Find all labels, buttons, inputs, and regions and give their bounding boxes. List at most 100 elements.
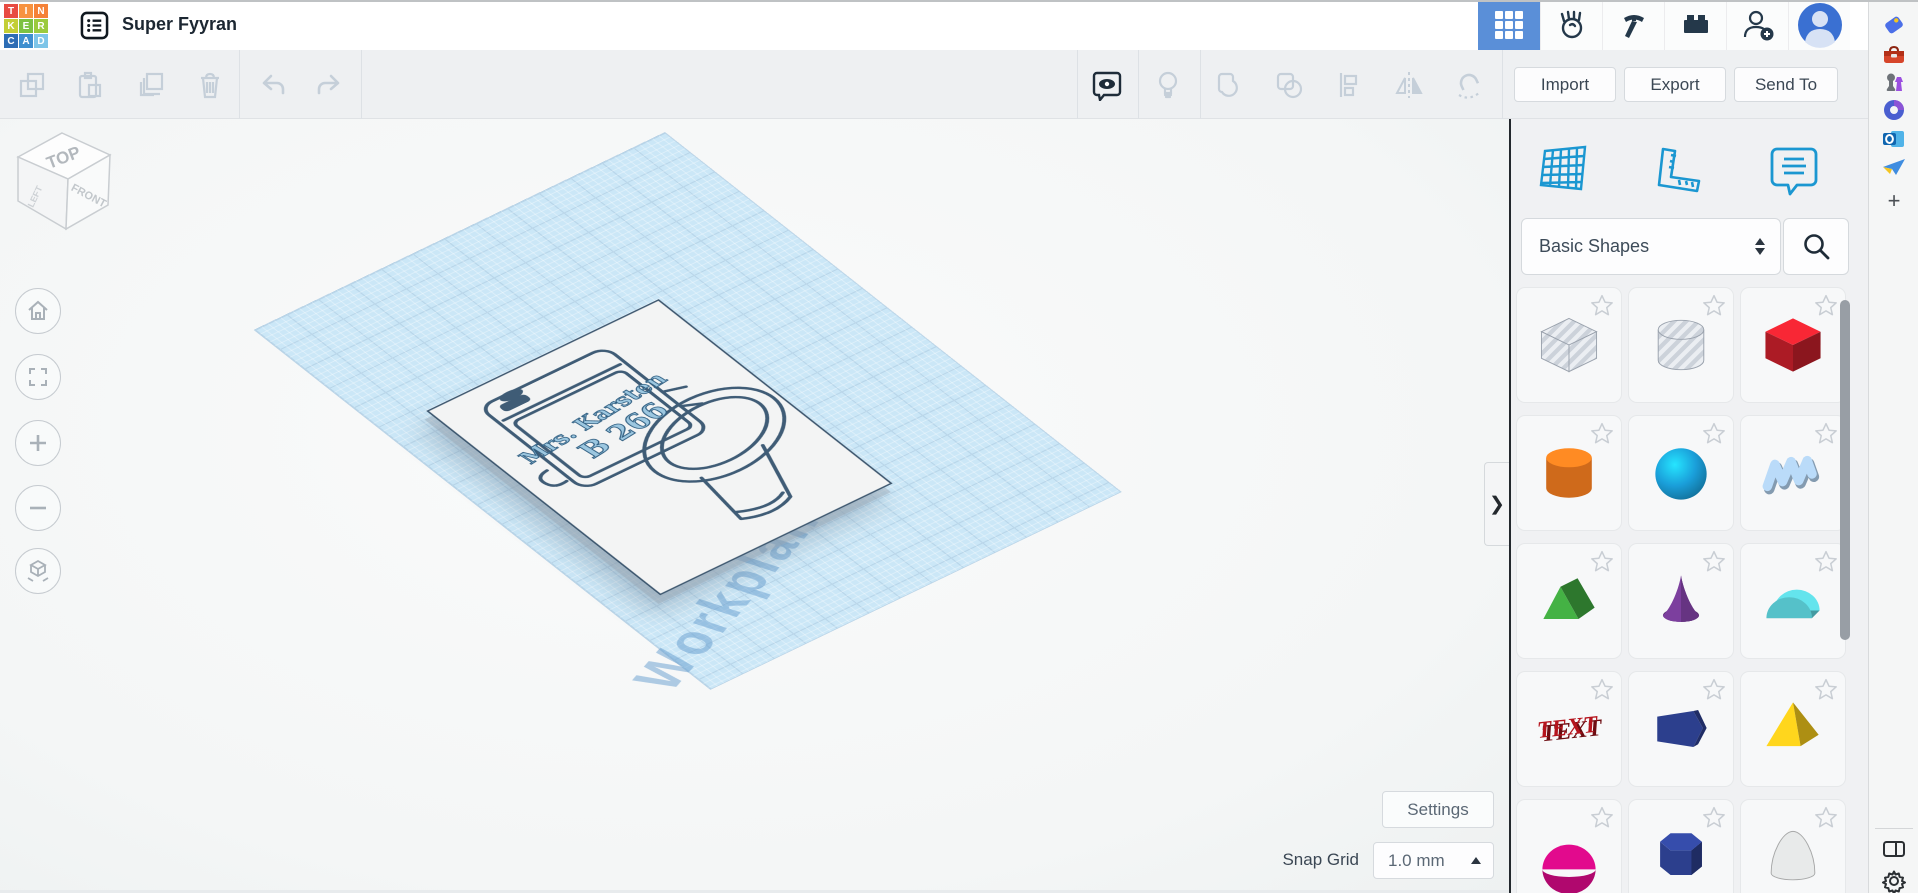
delete-icon[interactable] bbox=[194, 69, 226, 101]
shape-pyramid[interactable] bbox=[1741, 672, 1845, 786]
favorite-star-icon[interactable] bbox=[1589, 549, 1615, 575]
design-plate[interactable]: Mrs. Karsten B 266 bbox=[426, 299, 893, 596]
logo-letter-A: A bbox=[19, 34, 33, 48]
toilet-outline-design[interactable]: Mrs. Karsten B 266 bbox=[429, 301, 890, 594]
redo-icon[interactable] bbox=[313, 69, 345, 101]
view-cube[interactable]: TOP FRONT LEFT bbox=[10, 125, 118, 245]
send-to-button[interactable]: Send To bbox=[1734, 67, 1838, 102]
copy-icon[interactable] bbox=[16, 69, 48, 101]
ungroup-icon[interactable] bbox=[1273, 69, 1305, 101]
favorite-star-icon[interactable] bbox=[1813, 677, 1839, 703]
zoom-in-button[interactable] bbox=[15, 420, 61, 466]
home-icon bbox=[28, 300, 48, 320]
sim-lab-button[interactable] bbox=[1540, 0, 1602, 50]
duplicate-icon[interactable] bbox=[135, 69, 167, 101]
grid-view-button[interactable] bbox=[1478, 0, 1540, 50]
undo-icon[interactable] bbox=[257, 69, 289, 101]
shopping-tag-icon[interactable] bbox=[1881, 12, 1907, 38]
bricks-button[interactable] bbox=[1664, 0, 1726, 50]
logo-letter-T: T bbox=[4, 4, 18, 18]
fit-view-button[interactable] bbox=[15, 354, 61, 400]
favorite-star-icon[interactable] bbox=[1701, 549, 1727, 575]
designer-icon[interactable] bbox=[1881, 154, 1907, 180]
notes-tool-icon[interactable] bbox=[1767, 143, 1821, 197]
tinkercad-app: TINKERCAD Super Fyyran Import Export Sen… bbox=[0, 0, 1918, 893]
search-icon bbox=[1804, 233, 1830, 259]
favorite-star-icon[interactable] bbox=[1589, 805, 1615, 831]
hand-ball-icon bbox=[1560, 10, 1582, 39]
favorite-star-icon[interactable] bbox=[1589, 421, 1615, 447]
paste-icon[interactable] bbox=[73, 69, 105, 101]
favorite-star-icon[interactable] bbox=[1589, 293, 1615, 319]
shape-half-sphere[interactable] bbox=[1517, 800, 1621, 893]
shape-cylinder-hole[interactable] bbox=[1629, 288, 1733, 402]
shape-box[interactable] bbox=[1741, 288, 1845, 402]
favorite-star-icon[interactable] bbox=[1589, 677, 1615, 703]
panel-divider bbox=[1509, 119, 1511, 893]
shape-polygon[interactable] bbox=[1629, 800, 1733, 893]
workplane-tool-icon[interactable] bbox=[1537, 143, 1591, 197]
sidebar-settings-icon[interactable] bbox=[1881, 868, 1907, 893]
settings-button[interactable]: Settings bbox=[1382, 791, 1494, 828]
favorite-star-icon[interactable] bbox=[1701, 805, 1727, 831]
favorite-star-icon[interactable] bbox=[1701, 293, 1727, 319]
shape-cone[interactable] bbox=[1629, 544, 1733, 658]
account-button[interactable] bbox=[1788, 0, 1850, 50]
favorite-star-icon[interactable] bbox=[1701, 677, 1727, 703]
workplane-grid[interactable]: Workplane Mrs. Karsten B 266 bbox=[255, 132, 1121, 697]
ruler-tool-icon[interactable] bbox=[1651, 143, 1705, 197]
games-icon[interactable] bbox=[1881, 70, 1907, 96]
logo-letter-C: C bbox=[4, 34, 18, 48]
toolbox-icon[interactable] bbox=[1881, 42, 1907, 68]
design-menu-icon[interactable] bbox=[80, 11, 109, 40]
favorite-star-icon[interactable] bbox=[1813, 293, 1839, 319]
blocks-button[interactable] bbox=[1602, 0, 1664, 50]
group-icon[interactable] bbox=[1213, 69, 1245, 101]
toolbar-separator bbox=[361, 50, 362, 119]
shape-roof[interactable] bbox=[1517, 544, 1621, 658]
align-icon[interactable] bbox=[1333, 69, 1365, 101]
shape-box-hole[interactable] bbox=[1517, 288, 1621, 402]
account-avatar bbox=[1797, 3, 1842, 48]
shape-wedge[interactable] bbox=[1629, 672, 1733, 786]
notes-eye-icon[interactable] bbox=[1091, 69, 1123, 101]
favorite-star-icon[interactable] bbox=[1813, 805, 1839, 831]
panel-scrollbar[interactable] bbox=[1840, 300, 1850, 640]
snap-grid-select[interactable]: 1.0 mm bbox=[1373, 842, 1494, 879]
shape-search-button[interactable] bbox=[1783, 218, 1849, 275]
shape-round-roof[interactable] bbox=[1741, 544, 1845, 658]
favorite-star-icon[interactable] bbox=[1701, 421, 1727, 447]
favorite-star-icon[interactable] bbox=[1813, 549, 1839, 575]
workplane-magnet-icon[interactable] bbox=[1453, 69, 1485, 101]
panel-collapse-toggle[interactable]: ❯ bbox=[1484, 462, 1509, 546]
export-button[interactable]: Export bbox=[1624, 67, 1726, 102]
shape-category-dropdown[interactable]: Basic Shapes bbox=[1521, 218, 1781, 275]
sidebar-add-button[interactable]: + bbox=[1881, 188, 1907, 214]
sidebar-panel-icon[interactable] bbox=[1881, 836, 1907, 862]
perspective-toggle-button[interactable] bbox=[15, 548, 61, 594]
shape-paraboloid[interactable] bbox=[1741, 800, 1845, 893]
home-view-button[interactable] bbox=[15, 288, 61, 334]
import-button[interactable]: Import bbox=[1514, 67, 1616, 102]
show-all-bulb-icon[interactable] bbox=[1152, 69, 1184, 101]
design-canvas[interactable]: Workplane Mrs. Karsten B 266 TOP FRONT L… bbox=[0, 119, 1509, 893]
perspective-icon bbox=[27, 559, 49, 582]
microsoft365-icon[interactable] bbox=[1881, 97, 1907, 123]
shape-scribble[interactable] bbox=[1741, 416, 1845, 530]
shape-sphere[interactable] bbox=[1629, 416, 1733, 530]
logo-letter-N: N bbox=[34, 4, 48, 18]
chevron-up-icon bbox=[1471, 857, 1481, 864]
favorite-star-icon[interactable] bbox=[1813, 421, 1839, 447]
collaborate-button[interactable] bbox=[1726, 0, 1788, 50]
tinkercad-logo[interactable]: TIN KER CAD bbox=[4, 4, 48, 48]
zoom-out-button[interactable] bbox=[15, 485, 61, 531]
shape-cylinder[interactable] bbox=[1517, 416, 1621, 530]
browser-sidebar: + bbox=[1868, 0, 1918, 893]
snap-grid-value: 1.0 mm bbox=[1388, 850, 1445, 870]
toolbar-separator bbox=[1200, 50, 1201, 119]
plus-icon bbox=[30, 435, 46, 451]
mirror-icon[interactable] bbox=[1393, 69, 1425, 101]
shape-text[interactable]: TEXT TEXT bbox=[1517, 672, 1621, 786]
outlook-icon[interactable] bbox=[1881, 126, 1907, 152]
minus-icon bbox=[30, 506, 46, 510]
